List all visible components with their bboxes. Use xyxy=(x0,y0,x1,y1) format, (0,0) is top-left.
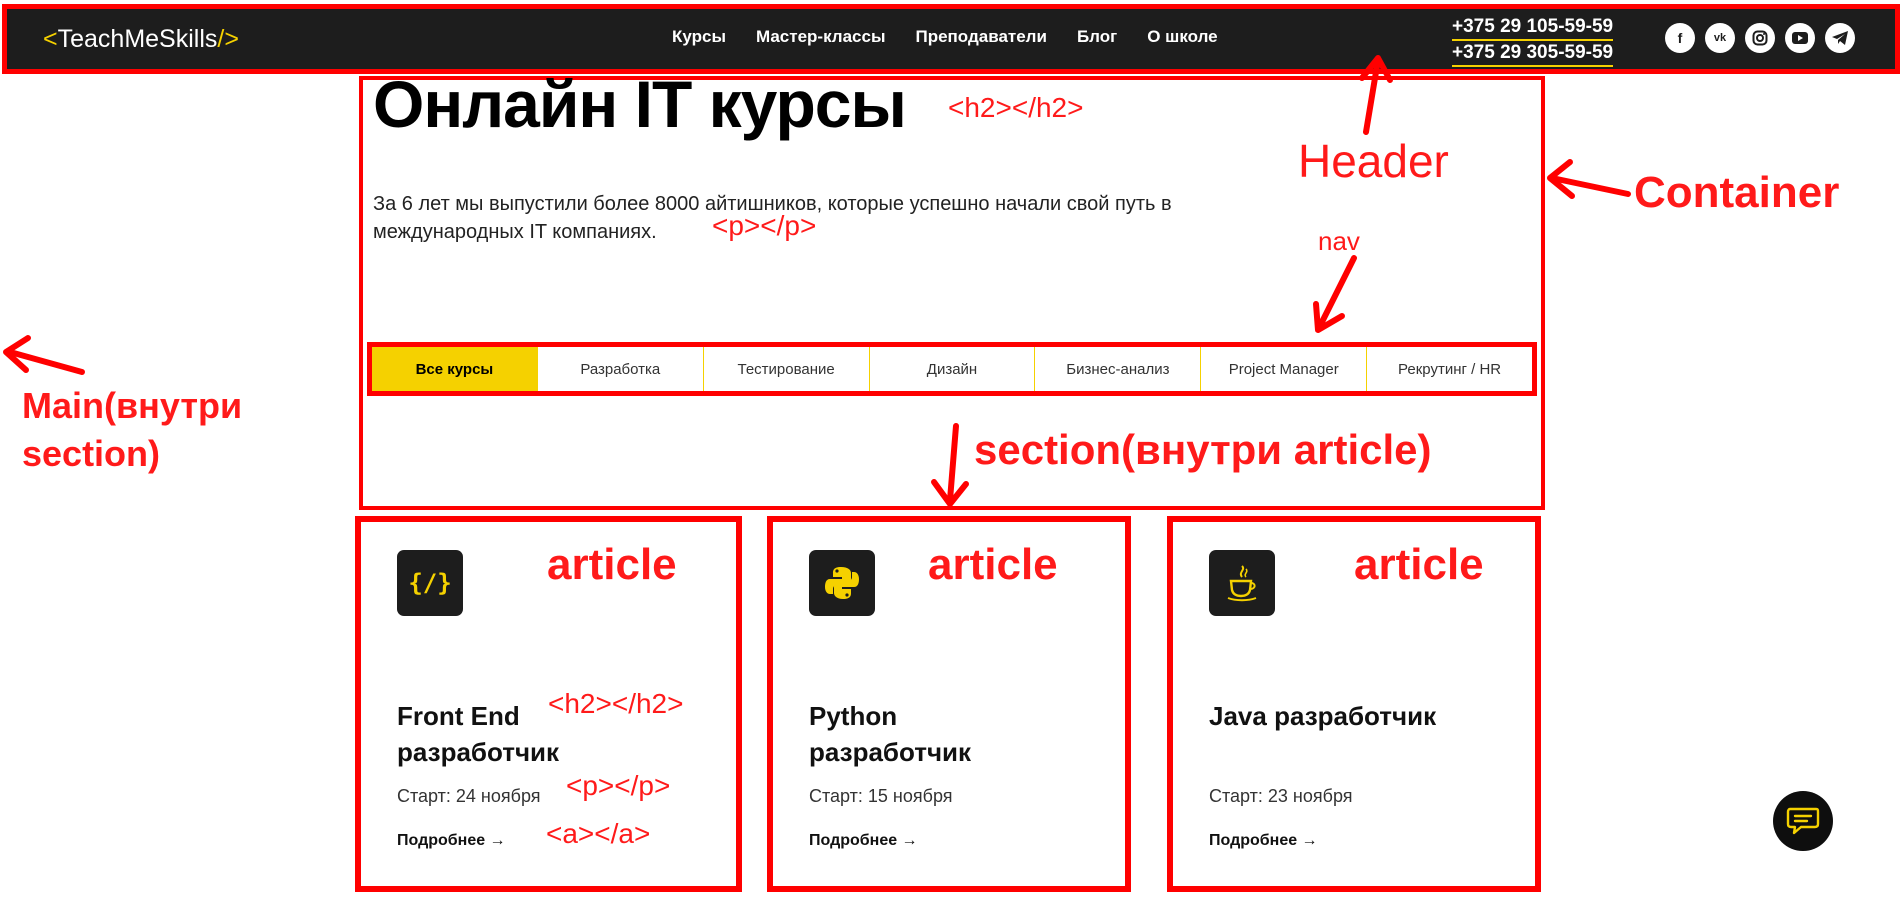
menu-item-teachers[interactable]: Преподаватели xyxy=(915,27,1046,47)
code-icon: {/} xyxy=(397,550,463,616)
card-start-date: Старт: 23 ноября xyxy=(1209,786,1353,806)
phone-link-2[interactable]: +375 29 305-59-59 xyxy=(1452,41,1614,67)
youtube-icon[interactable] xyxy=(1785,23,1815,53)
card-more-link[interactable]: Подробнее → xyxy=(397,832,506,850)
tab-recruiting-hr[interactable]: Рекрутинг / HR xyxy=(1367,347,1533,391)
annotation-nav: nav xyxy=(1318,226,1360,256)
chat-icon xyxy=(1786,807,1820,835)
instagram-icon[interactable] xyxy=(1745,23,1775,53)
java-icon xyxy=(1209,550,1275,616)
hero-description: За 6 лет мы выпустили более 8000 айтишни… xyxy=(373,193,1172,243)
card-start-date: Старт: 24 ноября xyxy=(397,786,541,806)
vk-icon[interactable]: vk xyxy=(1705,23,1735,53)
card-title: Java разработчик xyxy=(1209,701,1437,731)
menu-item-about[interactable]: О школе xyxy=(1147,27,1217,47)
card-more-link[interactable]: Подробнее → xyxy=(1209,832,1318,850)
tab-development[interactable]: Разработка xyxy=(537,347,704,391)
tab-business-analysis[interactable]: Бизнес-анализ xyxy=(1035,347,1202,391)
logo-bracket-open: < xyxy=(43,24,58,53)
card-title: Python разработчик xyxy=(809,701,972,767)
page-title: Онлайн IT курсы xyxy=(373,67,907,141)
tab-all-courses[interactable]: Все курсы xyxy=(372,347,538,391)
tab-testing[interactable]: Тестирование xyxy=(703,347,870,391)
chat-button[interactable] xyxy=(1773,791,1833,851)
annotation-article-3: article xyxy=(1354,540,1484,589)
tab-design[interactable]: Дизайн xyxy=(869,347,1036,391)
telegram-icon[interactable] xyxy=(1825,23,1855,53)
annotation-h2-card: <h2></h2> xyxy=(548,688,684,719)
annotation-h2-hero: <h2></h2> xyxy=(948,92,1084,123)
annotation-article-2: article xyxy=(928,540,1058,589)
menu-item-courses[interactable]: Курсы xyxy=(672,27,726,47)
social-links: f vk xyxy=(1665,23,1855,53)
annotation-section-article: section(внутри article) xyxy=(974,426,1432,473)
main-menu: Курсы Мастер-классы Преподаватели Блог О… xyxy=(672,27,1218,47)
tab-project-manager[interactable]: Project Manager xyxy=(1201,347,1368,391)
course-filter-nav: Все курсы Разработка Тестирование Дизайн… xyxy=(367,342,1537,396)
logo[interactable]: < TeachMeSkills /> xyxy=(43,22,239,56)
menu-item-masterclasses[interactable]: Мастер-классы xyxy=(756,27,886,47)
menu-item-blog[interactable]: Блог xyxy=(1077,27,1117,47)
annotation-a-card: <a></a> xyxy=(546,818,651,849)
annotation-container: Container xyxy=(1634,168,1840,217)
phone-list: +375 29 105-59-59 +375 29 305-59-59 xyxy=(1452,15,1614,67)
card-more-link[interactable]: Подробнее → xyxy=(809,832,918,850)
annotation-p-card: <p></p> xyxy=(566,770,671,801)
facebook-icon[interactable]: f xyxy=(1665,23,1695,53)
annotation-main-line2: section) xyxy=(22,433,161,474)
annotation-p-hero: <p></p> xyxy=(712,210,817,241)
annotation-article-1: article xyxy=(547,540,677,589)
code-icon-glyph: {/} xyxy=(408,569,452,597)
card-start-date: Старт: 15 ноября xyxy=(809,786,953,806)
python-icon xyxy=(809,550,875,616)
site-header: < TeachMeSkills /> Курсы Мастер-классы П… xyxy=(2,4,1900,74)
phone-link-1[interactable]: +375 29 105-59-59 xyxy=(1452,15,1614,41)
logo-text: TeachMeSkills xyxy=(57,24,218,53)
annotation-header: Header xyxy=(1298,135,1449,187)
logo-bracket-close: /> xyxy=(217,24,239,53)
annotation-main-line1: Main(внутри xyxy=(22,385,243,426)
